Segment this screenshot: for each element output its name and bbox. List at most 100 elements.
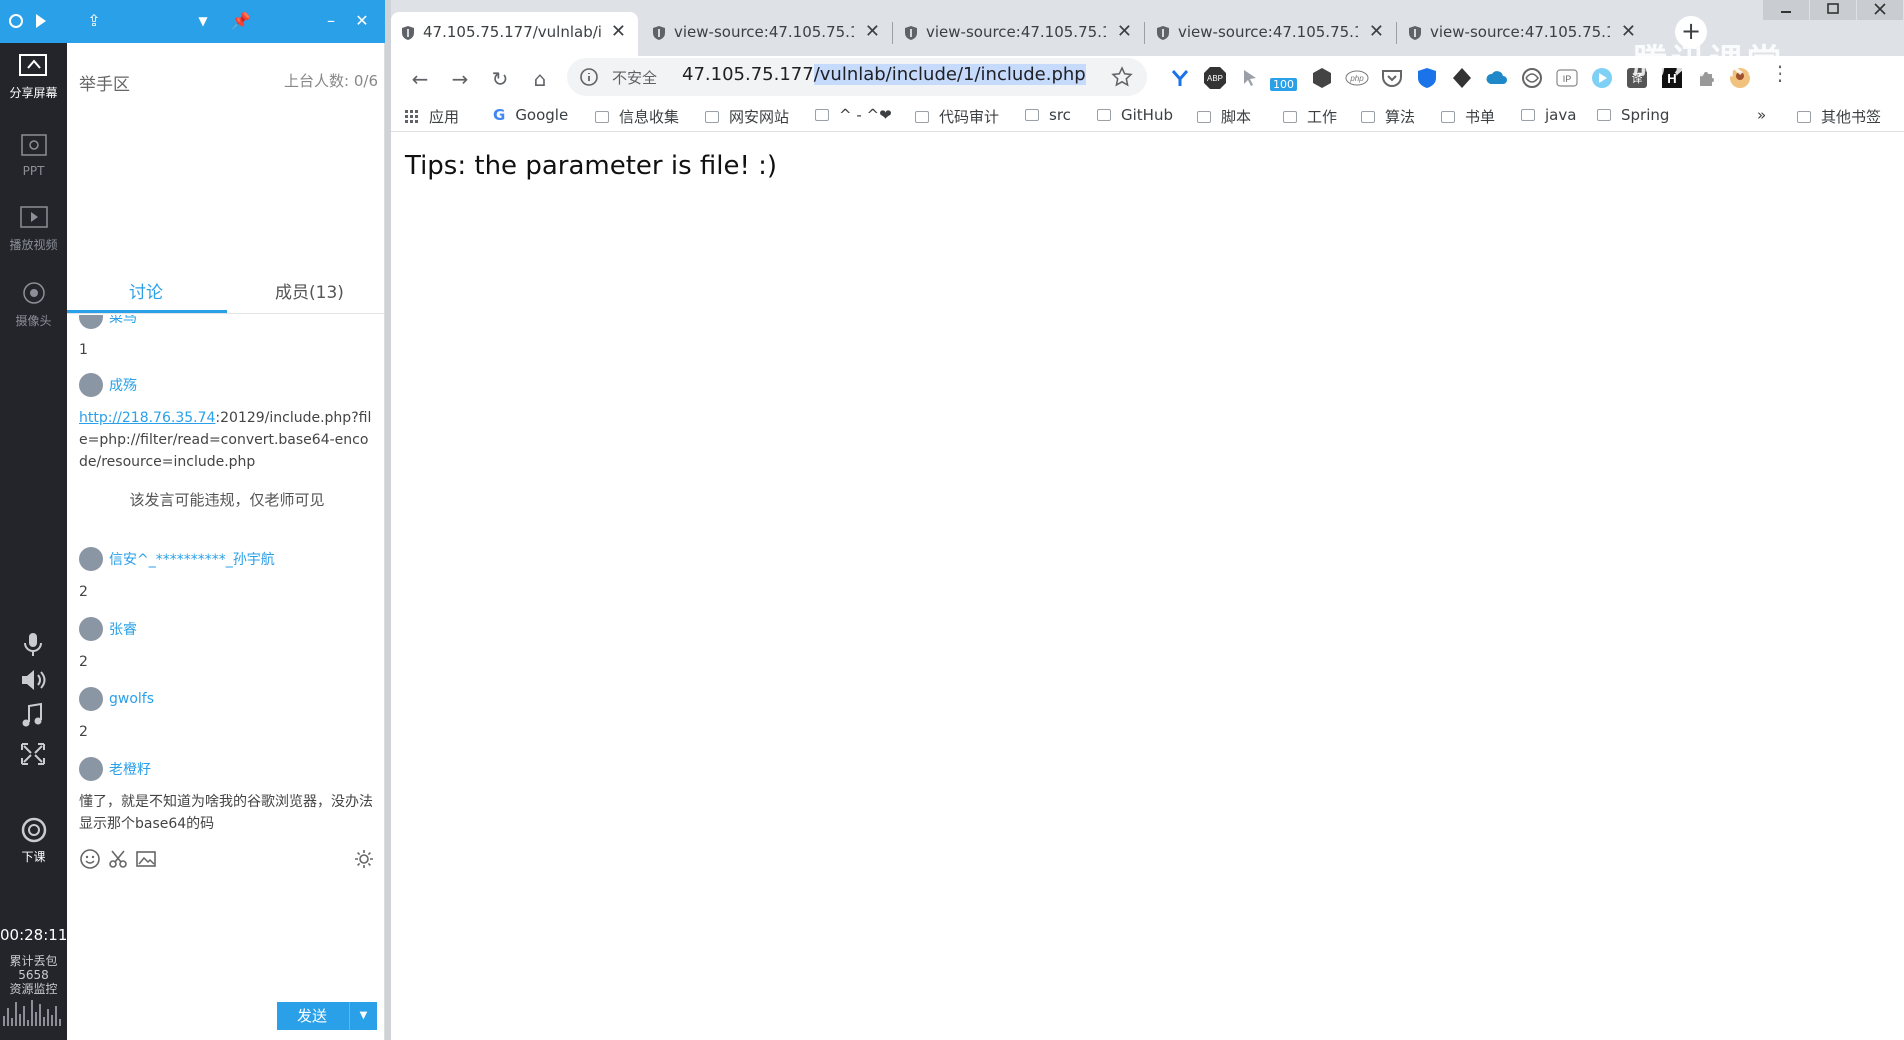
message-link[interactable]: http://218.76.35.74 — [79, 410, 215, 426]
fullscreen-icon[interactable] — [16, 740, 50, 768]
close-window-icon[interactable] — [1857, 0, 1903, 20]
tab-discussion[interactable]: 讨论 — [129, 278, 163, 303]
home-icon[interactable]: ⌂ — [525, 64, 555, 94]
minimize-window-icon[interactable] — [1763, 0, 1809, 20]
bookmark-label: 算法 — [1385, 108, 1416, 126]
bookmark-folder[interactable]: Spring — [1597, 106, 1669, 124]
message-text: 懂了，就是不知道为啥我的谷歌浏览器，没办法显示那个base64的码 — [79, 794, 373, 832]
shield-extension-icon[interactable] — [1415, 66, 1439, 90]
tab-members[interactable]: 成员(13) — [275, 278, 344, 303]
bookmark-folder[interactable]: 书单 — [1441, 106, 1495, 127]
bookmark-folder[interactable]: GitHub — [1097, 106, 1173, 124]
camera-tool[interactable]: 摄像头 — [0, 280, 67, 329]
pin-icon[interactable]: 📌 — [230, 10, 252, 32]
folder-icon — [1441, 111, 1455, 123]
folder-icon — [1797, 111, 1811, 123]
browser-tab[interactable]: view-source:47.105.75.1 ✕ — [1398, 12, 1648, 60]
message-author[interactable]: 张睿 — [109, 619, 137, 639]
diamond-extension-icon[interactable] — [1450, 66, 1474, 90]
bookmark-folder[interactable]: src — [1025, 106, 1071, 124]
url-text[interactable]: 47.105.75.177/vulnlab/include/1/include.… — [682, 64, 1086, 85]
image-icon[interactable] — [135, 848, 157, 870]
bookmark-folder[interactable]: 工作 — [1283, 106, 1337, 127]
classroom-panel: ⇪ ▼ 📌 – ✕ 举手区 上台人数: 0/6 讨论 成员(13) 菜鸟 1 成… — [67, 0, 385, 1040]
tab-separator — [1144, 22, 1145, 44]
share-screen-tool[interactable]: 分享屏幕 — [0, 52, 67, 101]
close-tab-icon[interactable]: ✕ — [1369, 12, 1384, 52]
end-class-button[interactable]: 下课 — [0, 816, 67, 865]
play-video-tool[interactable]: 播放视频 — [0, 204, 67, 253]
bookmark-star-icon[interactable] — [1111, 66, 1133, 88]
svg-text:IP: IP — [1563, 74, 1572, 84]
adblock-plus-icon[interactable]: ABP — [1203, 66, 1227, 90]
bookmark-label: 脚本 — [1221, 108, 1252, 126]
y-extension-icon[interactable] — [1168, 66, 1192, 90]
rail-header-icons — [9, 14, 46, 28]
message-text: 1 — [79, 342, 88, 358]
play-extension-icon[interactable] — [1590, 66, 1614, 90]
bookmark-folder[interactable]: 代码审计 — [915, 106, 999, 127]
close-icon[interactable]: ✕ — [351, 10, 373, 32]
avatar — [79, 757, 103, 781]
swirl-extension-icon[interactable] — [1520, 66, 1544, 90]
bookmark-google[interactable]: G Google — [493, 106, 568, 124]
browser-tab[interactable]: view-source:47.105.75.1 ✕ — [1146, 12, 1397, 60]
folder-icon — [1597, 109, 1611, 121]
shield-favicon-icon — [402, 26, 414, 40]
close-tab-icon[interactable]: ✕ — [611, 12, 626, 52]
scissors-icon[interactable] — [107, 848, 129, 870]
close-tab-icon[interactable]: ✕ — [865, 12, 880, 52]
settings-gear-icon[interactable] — [353, 848, 375, 870]
forward-arrow-icon[interactable]: → — [445, 64, 475, 94]
browser-tab[interactable]: 47.105.75.177/vulnlab/i ✕ — [391, 12, 638, 60]
info-icon[interactable] — [579, 67, 599, 87]
speaker-icon[interactable] — [16, 666, 50, 694]
browser-tab[interactable]: view-source:47.105.75.1 ✕ — [642, 12, 893, 60]
bookmark-label: 应用 — [429, 108, 460, 126]
bookmark-apps[interactable]: 应用 — [405, 106, 459, 127]
bookmarks-bar: 应用 G Google 信息收集 网安网站 ^ - ^❤ 代码审计 src Git… — [385, 102, 1904, 132]
ppt-tool[interactable]: PPT — [0, 132, 67, 178]
bookmark-folder[interactable]: 脚本 — [1197, 106, 1251, 127]
bookmark-folder[interactable]: 网安网站 — [705, 106, 789, 127]
bookmarks-overflow-button[interactable]: » — [1757, 106, 1766, 124]
minimize-icon[interactable]: – — [320, 10, 342, 32]
bookmark-folder[interactable]: 算法 — [1361, 106, 1415, 127]
microphone-icon[interactable] — [16, 630, 50, 658]
maximize-window-icon[interactable] — [1810, 0, 1856, 20]
address-bar[interactable]: 不安全 47.105.75.177/vulnlab/include/1/incl… — [567, 58, 1147, 96]
pocket-icon[interactable] — [1380, 66, 1404, 90]
message-author[interactable]: gwolfs — [109, 691, 154, 707]
emoji-icon[interactable] — [79, 848, 101, 870]
cube-extension-icon[interactable] — [1310, 66, 1334, 90]
message-author[interactable]: 信安^_**********_孙宇航 — [109, 549, 275, 569]
send-options-chevron-icon[interactable]: ▼ — [349, 1002, 377, 1030]
music-icon[interactable] — [16, 702, 50, 730]
ip-extension-icon[interactable]: IP — [1555, 66, 1579, 90]
shield-favicon-icon — [653, 26, 665, 40]
php-extension-icon[interactable]: php — [1345, 66, 1369, 90]
counter-extension-icon[interactable]: 100 — [1270, 66, 1300, 91]
chevron-down-icon[interactable]: ▼ — [192, 10, 214, 32]
browser-tab[interactable]: view-source:47.105.75.1 ✕ — [894, 12, 1145, 60]
panel-header: ⇪ ▼ 📌 – ✕ — [67, 0, 385, 43]
message-author[interactable]: 老橙籽 — [109, 759, 151, 779]
reload-icon[interactable]: ↻ — [485, 64, 515, 94]
message-author[interactable]: 菜鸟 — [109, 315, 137, 327]
bookmark-folder[interactable]: java — [1521, 106, 1576, 124]
share-out-icon[interactable]: ⇪ — [83, 10, 105, 32]
close-tab-icon[interactable]: ✕ — [1117, 12, 1132, 52]
bookmark-label: 工作 — [1307, 108, 1338, 126]
tab-separator — [1396, 22, 1397, 44]
bookmark-folder[interactable]: 信息收集 — [595, 106, 679, 127]
send-button[interactable]: 发送 ▼ — [277, 1002, 377, 1030]
other-bookmarks[interactable]: 其他书签 — [1797, 106, 1881, 127]
cursor-extension-icon[interactable] — [1238, 66, 1262, 90]
resource-monitor-label: 资源监控 — [9, 982, 58, 996]
tab-separator — [892, 22, 893, 44]
back-arrow-icon[interactable]: ← — [405, 64, 435, 94]
bookmark-folder[interactable]: ^ - ^❤ — [815, 106, 892, 124]
message-author[interactable]: 成殇 — [109, 375, 137, 395]
composer-toolbar — [79, 848, 375, 872]
cloud-extension-icon[interactable] — [1485, 66, 1509, 90]
